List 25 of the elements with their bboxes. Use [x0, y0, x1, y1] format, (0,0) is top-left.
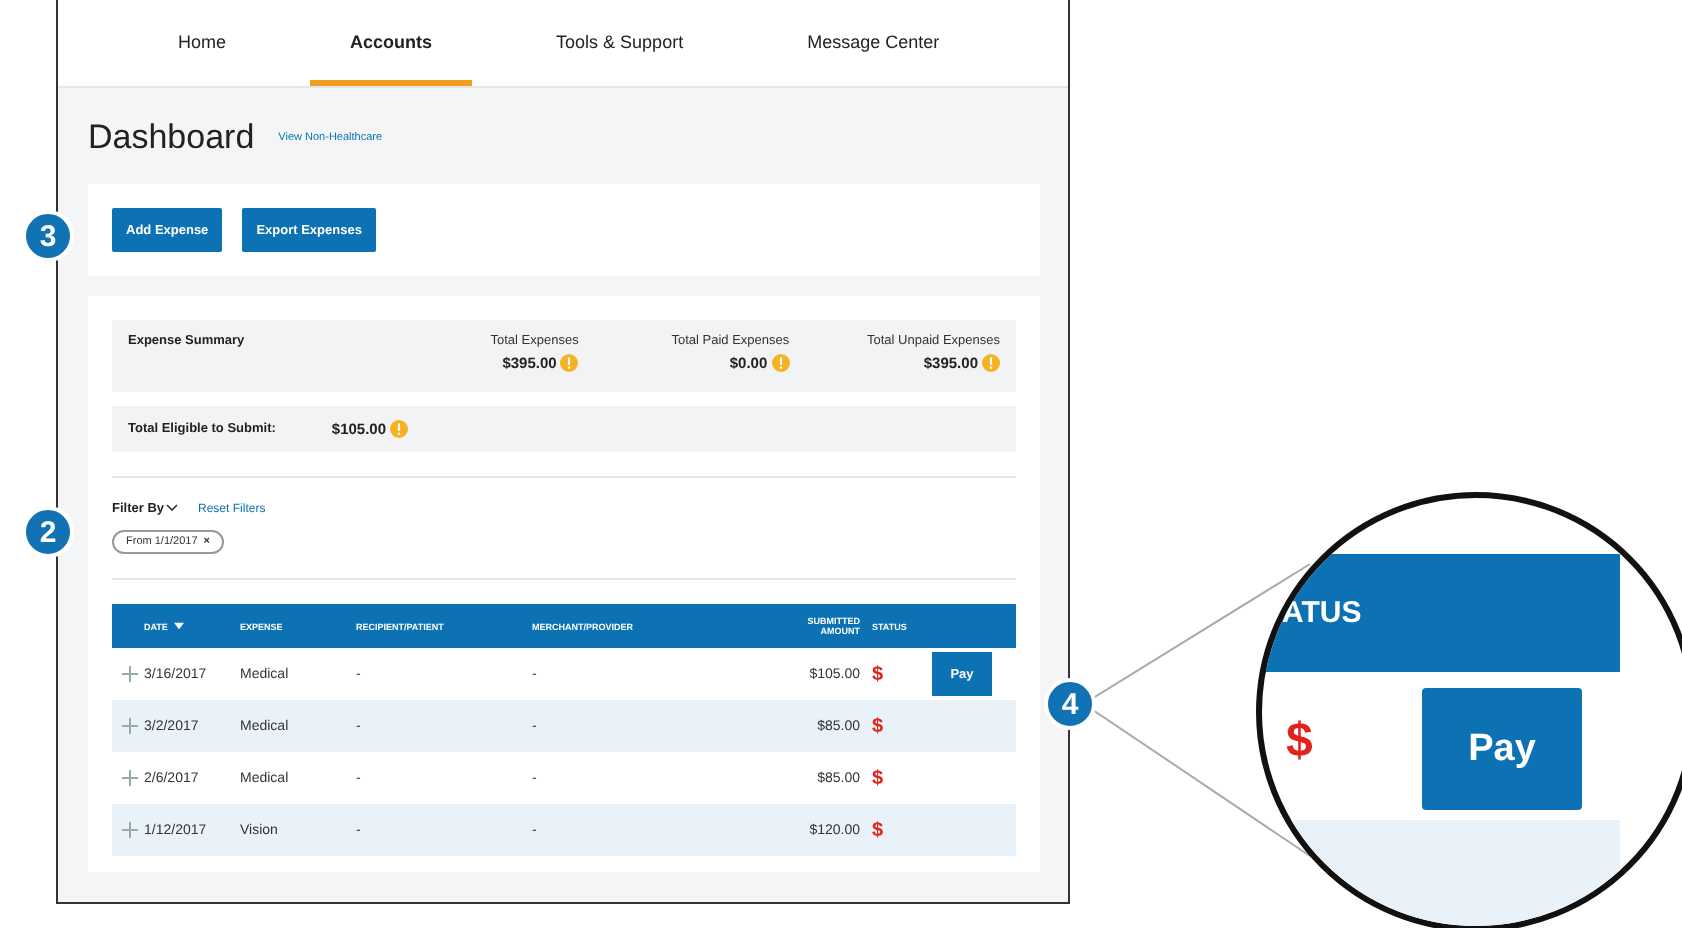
expand-icon[interactable] [122, 822, 138, 838]
zoomed-header-text: ATUS [1282, 596, 1362, 630]
page-title: Dashboard [88, 118, 255, 158]
zoomed-status: $ [1286, 714, 1313, 770]
callout-badge: 2 [22, 506, 74, 558]
alert-icon [560, 354, 579, 372]
chevron-down-icon [166, 504, 179, 512]
unpaid-status: $ [872, 767, 886, 789]
nav-tab[interactable]: Home [138, 0, 267, 86]
unpaid-status: $ [872, 663, 886, 685]
expand-icon[interactable] [122, 770, 138, 786]
callout-badge: 4 [1044, 678, 1096, 730]
zoomed-pay-button[interactable]: Pay [1422, 688, 1582, 810]
expand-icon[interactable] [122, 718, 138, 734]
alert-icon [390, 420, 409, 438]
alert-icon [771, 354, 790, 372]
nav-tab[interactable]: Tools & Support [516, 0, 724, 86]
unpaid-status: $ [872, 819, 886, 841]
unpaid-status: $ [872, 715, 886, 737]
sort-icon [173, 621, 184, 629]
nav-tab[interactable]: Accounts [310, 0, 473, 86]
alert-icon [982, 354, 1000, 372]
callout-badge: 3 [22, 210, 74, 262]
nav-tab[interactable]: Message Center [767, 0, 980, 86]
expand-icon[interactable] [122, 666, 138, 682]
